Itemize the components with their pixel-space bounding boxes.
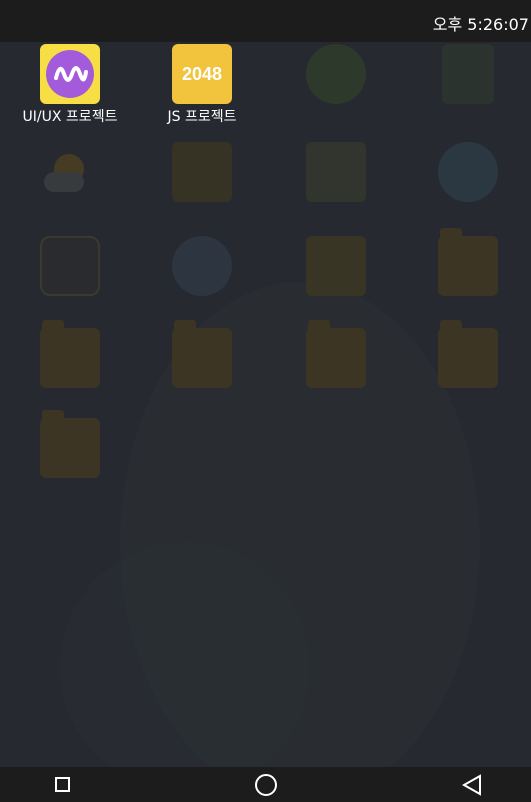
folder-icon (172, 320, 232, 388)
notes-icon (306, 142, 366, 202)
navigation-bar (0, 767, 531, 802)
folder-icon (306, 320, 366, 388)
home-screen: UI/UX 프로젝트 2048 JS 프로젝트 (0, 42, 531, 767)
app-dimmed-folder (4, 410, 136, 478)
recents-icon (54, 777, 70, 792)
clock: 오후 5:26:07 (432, 15, 529, 34)
app-dimmed-folder (402, 228, 531, 296)
calculator-icon (442, 44, 494, 104)
chat-icon (172, 236, 232, 296)
app-dimmed-notes (270, 142, 402, 202)
app-dimmed-weather (4, 142, 136, 202)
app-dimmed-book (270, 236, 402, 296)
home-button[interactable] (236, 767, 296, 802)
wave-logo-icon (40, 44, 100, 104)
recents-button[interactable] (32, 767, 92, 802)
app-uiux-project[interactable]: UI/UX 프로젝트 (4, 44, 136, 126)
app-dimmed-chat (136, 236, 268, 296)
app-label: JS 프로젝트 (167, 109, 237, 125)
book-icon (306, 236, 366, 296)
palette-icon (438, 142, 498, 202)
game-2048-icon: 2048 (172, 44, 232, 104)
folder-icon (438, 228, 498, 296)
app-label: UI/UX 프로젝트 (22, 109, 118, 125)
app-dimmed-folder (4, 320, 136, 388)
back-icon (461, 773, 481, 796)
music-icon (40, 236, 100, 296)
home-icon (255, 773, 277, 796)
map-icon (172, 142, 232, 202)
app-js-project[interactable]: 2048 JS 프로젝트 (136, 44, 268, 126)
app-dimmed-calculator (402, 44, 531, 104)
folder-icon (40, 410, 100, 478)
status-bar: 오후 5:26:07 (0, 0, 531, 42)
weather-icon (40, 142, 100, 202)
app-dimmed-music (4, 236, 136, 296)
blog-icon (306, 44, 366, 104)
folder-icon (40, 320, 100, 388)
app-dimmed-blog (270, 44, 402, 104)
app-dimmed-paint (402, 142, 531, 202)
app-dimmed-folder (270, 320, 402, 388)
folder-icon (438, 320, 498, 388)
app-dimmed-folder (402, 320, 531, 388)
back-button[interactable] (442, 767, 502, 802)
app-dimmed-folder (136, 320, 268, 388)
app-dimmed-map (136, 142, 268, 202)
